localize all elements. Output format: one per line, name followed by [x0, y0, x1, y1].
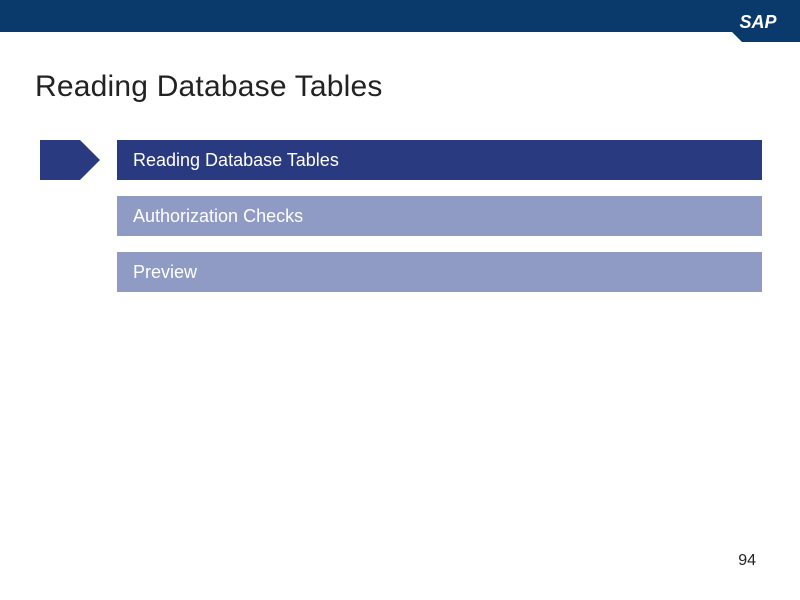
agenda-item-reading-database-tables: Reading Database Tables — [117, 140, 762, 180]
pointer-icon — [40, 140, 100, 180]
page-title: Reading Database Tables — [35, 70, 383, 104]
top-bar — [0, 0, 800, 32]
sap-logo: SAP — [700, 0, 800, 42]
agenda-item-preview: Preview — [117, 252, 762, 292]
sap-logo-text: SAP — [739, 12, 777, 32]
agenda-item-authorization-checks: Authorization Checks — [117, 196, 762, 236]
page-number: 94 — [738, 552, 756, 570]
agenda-list: Reading Database Tables Authorization Ch… — [117, 140, 762, 308]
